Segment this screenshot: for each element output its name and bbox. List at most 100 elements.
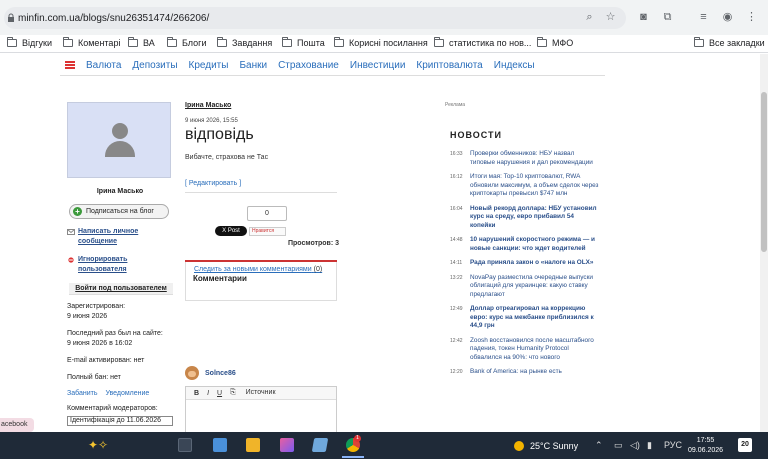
language-indicator[interactable]: РУС <box>664 440 682 450</box>
folder-icon <box>434 37 444 47</box>
nav-item-credits[interactable]: Кредиты <box>189 60 229 71</box>
battery-icon[interactable]: ▮ <box>647 440 652 451</box>
nav-item-deposits[interactable]: Депозиты <box>132 60 177 71</box>
page-scrollbar[interactable] <box>760 54 768 432</box>
divider <box>185 192 337 193</box>
bookmark-item[interactable]: Пошта <box>282 37 325 48</box>
file-explorer-icon[interactable] <box>246 438 260 452</box>
taskbar: ✦✧ 1 25°C Sunny ⌃ ▭ ◁) ▮ РУС 17:55 09.06… <box>0 432 768 459</box>
hamburger-icon[interactable] <box>65 61 75 69</box>
search-icon[interactable] <box>178 438 192 452</box>
copilot-icon[interactable] <box>280 438 294 452</box>
network-icon[interactable]: ▭ <box>614 440 623 451</box>
x-post-button[interactable]: X Post <box>215 226 247 236</box>
full-ban-status: Полный бан: нет <box>67 374 121 381</box>
extensions-icon[interactable]: ⧉ <box>661 11 674 24</box>
notification-center[interactable]: 20 <box>738 438 752 452</box>
folder-icon <box>128 37 138 47</box>
nav-item-currency[interactable]: Валюта <box>86 60 121 71</box>
notifications-link[interactable]: Уведомление <box>105 390 149 397</box>
notes-icon[interactable] <box>311 438 329 452</box>
like-button[interactable]: Нравится <box>249 227 286 236</box>
news-sidebar: НОВОСТИ 16:33 Проверки обменников: НБУ на… <box>450 130 600 383</box>
list-item[interactable]: 13:22 NovaPay разместила очередные выпуск… <box>450 274 600 300</box>
post-date: 9 июня 2026, 15:55 <box>185 118 238 124</box>
post-column: Ірина Масько 9 июня 2026, 15:55 відповід… <box>185 102 339 432</box>
list-item[interactable]: 12:42 Zoosh восстановился после масштабно… <box>450 337 600 363</box>
registered-info: Зарегистрирован: 9 июня 2026 <box>67 303 126 320</box>
nav-item-banks[interactable]: Банки <box>239 60 267 71</box>
underline-button[interactable]: U <box>217 390 222 397</box>
bookmark-item[interactable]: статистика по нов... <box>434 37 531 48</box>
ad-label: Реклама <box>445 102 466 108</box>
bold-button[interactable]: B <box>194 390 199 397</box>
envelope-icon <box>67 229 75 235</box>
bookmark-item[interactable]: Коментарі <box>63 37 120 48</box>
list-item[interactable]: 14:11 Рада приняла закон о «налоге на OLX… <box>450 259 600 268</box>
camera-icon[interactable]: ◙ <box>637 11 650 24</box>
profile-icon[interactable]: ◉ <box>721 11 734 24</box>
tray-chevron-icon[interactable]: ⌃ <box>595 440 603 451</box>
list-item[interactable]: 12:49 Доллар отреагировал на коррекцию ев… <box>450 305 600 331</box>
nav-item-indices[interactable]: Индексы <box>494 60 535 71</box>
folder-icon <box>7 37 17 47</box>
folder-icon <box>537 37 547 47</box>
scrollbar-thumb[interactable] <box>761 92 767 252</box>
sun-icon <box>514 441 524 451</box>
nav-item-crypto[interactable]: Криптовалюта <box>416 60 482 71</box>
bookmark-item[interactable]: МФО <box>537 37 573 48</box>
avatar-head <box>112 123 128 139</box>
folder-icon <box>167 37 177 47</box>
bookmarks-bar: Відгуки Коментарі ВА Блоги Завдання Пошт… <box>0 35 768 53</box>
facebook-tab[interactable]: acebook <box>0 418 34 432</box>
italic-button[interactable]: I <box>207 390 209 397</box>
subscribe-button[interactable]: + Подписаться на блог <box>69 204 169 219</box>
volume-icon[interactable]: ◁) <box>630 440 640 451</box>
zoom-icon[interactable]: ⌕ <box>583 11 596 24</box>
nav-item-investments[interactable]: Инвестиции <box>350 60 406 71</box>
nav-item-insurance[interactable]: Страхование <box>278 60 339 71</box>
folder-icon <box>217 37 227 47</box>
login-as-user-button[interactable]: Войти под пользователем <box>69 283 173 295</box>
list-item[interactable]: 14:48 10 нарушений скоростного режима — и… <box>450 236 600 253</box>
author-sidebar: Ірина Масько + Подписаться на блог Напис… <box>67 102 173 426</box>
all-bookmarks[interactable]: Все закладки <box>694 37 765 48</box>
list-item[interactable]: 16:04 Новый рекорд доллара: НБУ установил… <box>450 205 600 231</box>
calculator-icon[interactable] <box>213 438 227 452</box>
main-nav: Валюта Депозиты Кредиты Банки Страховани… <box>60 55 605 76</box>
comments-divider <box>185 260 337 262</box>
browser-toolbar: minfin.com.ua/blogs/snu26351474/266206/ … <box>0 0 768 35</box>
editor-toolbar: B I U ⎘ Источник <box>186 387 336 400</box>
bookmark-item[interactable]: Відгуки <box>7 37 52 48</box>
post-title: відповідь <box>185 126 254 143</box>
post-author[interactable]: Ірина Масько <box>185 102 337 109</box>
moderator-comment-field[interactable]: Ідентифікація до 11.06.2026 <box>67 416 173 426</box>
menu-icon[interactable]: ⋮ <box>745 11 758 24</box>
bookmark-star-icon[interactable]: ☆ <box>604 11 617 24</box>
comment-editor[interactable]: B I U ⎘ Источник <box>185 386 337 432</box>
last-seen-info: Последний раз был на сайте: 9 июня 2026 … <box>67 330 163 347</box>
bookmark-item[interactable]: Корисні посилання <box>334 37 428 48</box>
system-clock[interactable]: 17:55 09.06.2026 <box>688 436 723 456</box>
media-controls-icon[interactable]: ≡ <box>697 11 710 24</box>
source-button[interactable]: ⎘ Источник <box>230 389 283 397</box>
commenter[interactable]: Solnce86 <box>185 366 236 380</box>
folder-icon <box>63 37 73 47</box>
list-item[interactable]: 16:12 Итоги мая: Top-10 криптовалют, RWA … <box>450 173 600 199</box>
weather-widget[interactable]: 25°C Sunny <box>514 441 578 451</box>
bookmark-item[interactable]: Блоги <box>167 37 206 48</box>
page-viewport: Валюта Депозиты Кредиты Банки Страховани… <box>0 54 768 432</box>
site-info-icon[interactable] <box>7 13 15 22</box>
ignore-user-link[interactable]: Игнорировать пользователя <box>67 255 173 275</box>
news-title: НОВОСТИ <box>450 130 503 140</box>
ban-link[interactable]: Забанить <box>67 390 98 397</box>
copilot-sparkle-icon[interactable]: ✦✧ <box>88 438 108 452</box>
follow-comments-link[interactable]: Следить за новыми комментариями (0) <box>194 266 322 273</box>
write-message-link[interactable]: Написать личное сообщение <box>67 227 173 247</box>
edit-link[interactable]: [ Редактировать ] <box>185 180 337 187</box>
bookmark-item[interactable]: Завдання <box>217 37 272 48</box>
list-item[interactable]: 16:33 Проверки обменников: НБУ назвал тип… <box>450 150 600 167</box>
address-bar[interactable]: minfin.com.ua/blogs/snu26351474/266206/ <box>4 7 626 29</box>
bookmark-item[interactable]: ВА <box>128 37 155 48</box>
list-item[interactable]: 12:20 Bank of America: на рынке есть <box>450 368 600 377</box>
